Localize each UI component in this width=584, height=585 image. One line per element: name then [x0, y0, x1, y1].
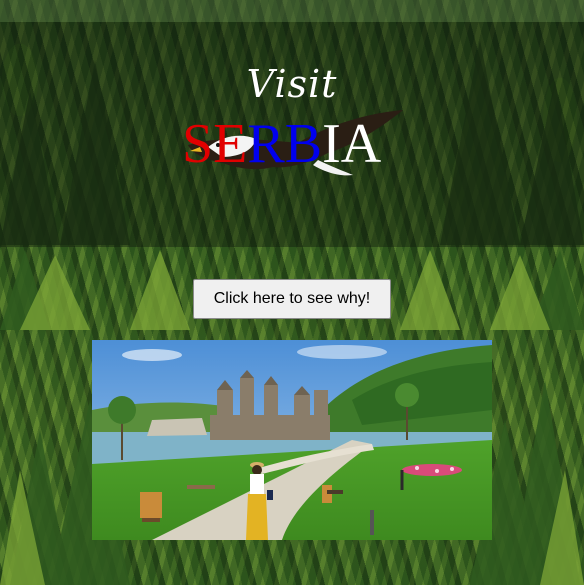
top-strip: [0, 0, 584, 22]
title-letter: R: [247, 113, 285, 175]
title-letter: S: [182, 113, 214, 175]
visit-heading: Visit: [246, 62, 338, 106]
title-letter: B: [284, 113, 323, 175]
serbia-landscape-photo: [92, 340, 492, 540]
see-why-button[interactable]: Click here to see why!: [193, 279, 391, 319]
title-letter: E: [213, 113, 248, 175]
country-title: SERBIA: [182, 114, 381, 174]
title-letter: I: [322, 113, 341, 175]
fortress-photo-illustration: [92, 340, 492, 540]
title-letter: A: [340, 113, 382, 175]
